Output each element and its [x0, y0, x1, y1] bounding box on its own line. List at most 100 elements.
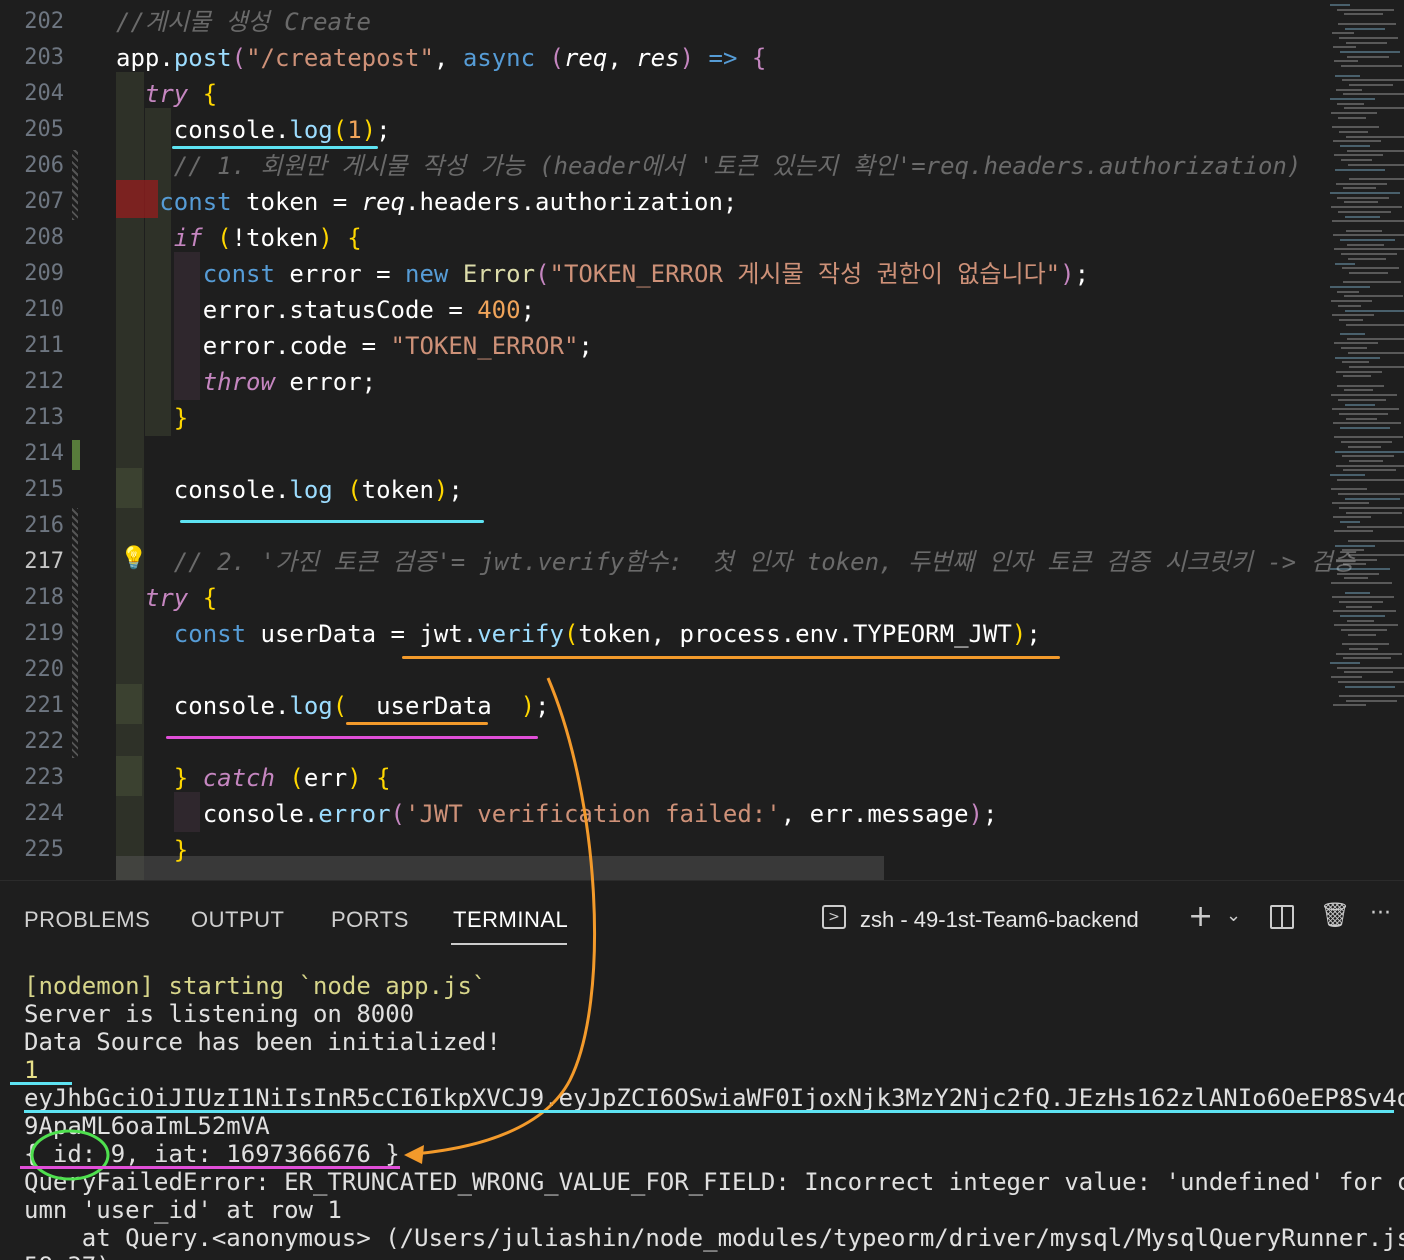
code-text: const userData = jwt.verify(token, proce…: [173, 620, 1041, 648]
minimap-line: [1341, 253, 1397, 256]
minimap-line: [1342, 79, 1404, 82]
code-text: try {: [144, 80, 218, 108]
code-line[interactable]: 204 try {: [0, 76, 1330, 112]
code-line[interactable]: 225 }: [0, 832, 1330, 868]
line-number: 223: [24, 765, 64, 790]
minimap-line: [1337, 8, 1394, 11]
minimap-line: [1346, 511, 1402, 514]
minimap-line: [1331, 676, 1362, 679]
minimap-line: [1334, 154, 1383, 157]
plus-icon[interactable]: +: [1188, 899, 1213, 934]
terminal-output[interactable]: [nodemon] starting `node app.js` Server i…: [0, 950, 1404, 1260]
code-line[interactable]: 208 if (!token) {: [0, 220, 1330, 256]
terminal-line: 58:37): [24, 1252, 111, 1260]
minimap-line: [1343, 187, 1376, 190]
minimap-line: [1334, 624, 1398, 627]
code-line[interactable]: 203 app.post("/createpost", async (req, r…: [0, 40, 1330, 76]
code-text: // 2. '가진 토큰 검증'= jwt.verify함수: 첫 인자 tok…: [173, 548, 1355, 576]
code-line[interactable]: 210 error.statusCode = 400;: [0, 292, 1330, 328]
minimap-line: [1341, 347, 1367, 350]
code-line[interactable]: 216: [0, 508, 1330, 544]
minimap-line: [1338, 22, 1396, 25]
terminal-line: Data Source has been initialized!: [24, 1028, 501, 1056]
line-number: 204: [24, 81, 64, 106]
minimap-line: [1345, 403, 1375, 406]
minimap-line: [1333, 234, 1404, 237]
panel-tab-bar: PROBLEMS OUTPUT PORTS TERMINAL > zsh - 4…: [0, 880, 1404, 951]
minimap-line: [1340, 239, 1395, 241]
code-line[interactable]: 202 //게시물 생성 Create: [0, 4, 1330, 40]
minimap-line: [1332, 220, 1404, 223]
minimap-line: [1334, 60, 1358, 63]
code-line[interactable]: 217 // 2. '가진 토큰 검증'= jwt.verify함수: 첫 인자…: [0, 544, 1355, 580]
code-line[interactable]: 205 console.log(1);: [0, 112, 1330, 148]
minimap-line: [1346, 605, 1372, 608]
annotation-underline: [180, 520, 484, 523]
code-line[interactable]: 206 // 1. 회원만 게시물 작성 가능 (header에서 '토큰 있는…: [0, 148, 1330, 184]
minimap-line: [1335, 168, 1385, 171]
code-line[interactable]: 209 const error = new Error("TOKEN_ERROR…: [0, 256, 1330, 292]
minimap-line: [1347, 619, 1374, 622]
code-line[interactable]: 214: [0, 436, 1330, 472]
line-number: 206: [24, 153, 64, 178]
line-number: 205: [24, 117, 64, 142]
minimap-line: [1335, 544, 1375, 547]
line-number: 215: [24, 477, 64, 502]
minimap-line: [1330, 568, 1390, 570]
terminal-line: umn 'user_id' at row 1: [24, 1196, 342, 1224]
minimap-line: [1344, 389, 1373, 392]
minimap-line: [1345, 309, 1404, 312]
minimap-line: [1348, 445, 1381, 448]
minimap-line: [1339, 694, 1404, 697]
split-icon[interactable]: [1270, 905, 1294, 929]
minimap-line: [1340, 427, 1390, 429]
tab-problems[interactable]: PROBLEMS: [24, 907, 150, 933]
code-line[interactable]: 212 throw error;: [0, 364, 1330, 400]
minimap-line: [1337, 478, 1404, 481]
minimap-line: [1346, 417, 1377, 420]
minimap-line: [1330, 286, 1370, 288]
minimap-line: [1336, 88, 1362, 91]
terminal-line: eyJhbGciOiJIUzI1NiIsInR5cCI6IkpXVCJ9.eyJ…: [24, 1084, 1404, 1112]
minimap-line: [1338, 492, 1404, 495]
code-text: } catch (err) {: [173, 764, 391, 792]
tab-output[interactable]: OUTPUT: [191, 907, 284, 933]
minimap-line: [1341, 159, 1372, 162]
code-line[interactable]: 219 const userData = jwt.verify(token, p…: [0, 616, 1330, 652]
minimap-line: [1345, 497, 1400, 500]
ellipsis-icon[interactable]: ···: [1370, 901, 1391, 926]
minimap-line: [1343, 657, 1391, 660]
code-line[interactable]: 211 error.code = "TOKEN_ERROR";: [0, 328, 1330, 364]
minimap-line: [1332, 408, 1399, 411]
code-editor[interactable]: 202 //게시물 생성 Create 203 app.post("/createpo…: [0, 0, 1404, 880]
code-line[interactable]: 218 try {: [0, 580, 1330, 616]
minimap-line: [1346, 135, 1404, 138]
chevron-down-icon[interactable]: ⌄: [1226, 905, 1241, 926]
code-line[interactable]: 223 } catch (err) {: [0, 760, 1330, 796]
code-line[interactable]: 222: [0, 724, 1330, 760]
code-line[interactable]: 221 console.log( userData );: [0, 688, 1330, 724]
tab-terminal[interactable]: TERMINAL: [453, 907, 568, 933]
minimap-line: [1346, 699, 1397, 702]
terminal-line: QueryFailedError: ER_TRUNCATED_WRONG_VAL…: [24, 1168, 1404, 1196]
code-line[interactable]: 213 }: [0, 400, 1330, 436]
minimap-line: [1340, 51, 1400, 53]
lightbulb-icon[interactable]: 💡: [120, 546, 147, 571]
minimap-line: [1332, 314, 1374, 317]
minimap-line: [1332, 596, 1394, 599]
minimap[interactable]: [1326, 0, 1404, 720]
minimap-line: [1331, 112, 1377, 115]
line-number: 214: [24, 441, 64, 466]
tab-ports[interactable]: PORTS: [331, 907, 409, 933]
code-line[interactable]: 224 console.error('JWT verification fail…: [0, 796, 1330, 832]
minimap-line: [1348, 163, 1404, 166]
minimap-line: [1331, 300, 1372, 303]
trash-icon[interactable]: 🗑: [1320, 901, 1350, 929]
minimap-line: [1339, 600, 1383, 603]
code-line[interactable]: 215 console.log (token);: [0, 472, 1330, 508]
code-text: console.error('JWT verification failed:'…: [116, 800, 998, 828]
terminal-title[interactable]: zsh - 49-1st-Team6-backend: [860, 907, 1139, 933]
code-line[interactable]: 207 const token = req.headers.authorizat…: [0, 184, 1330, 220]
minimap-line: [1335, 356, 1380, 359]
minimap-line: [1333, 516, 1371, 519]
